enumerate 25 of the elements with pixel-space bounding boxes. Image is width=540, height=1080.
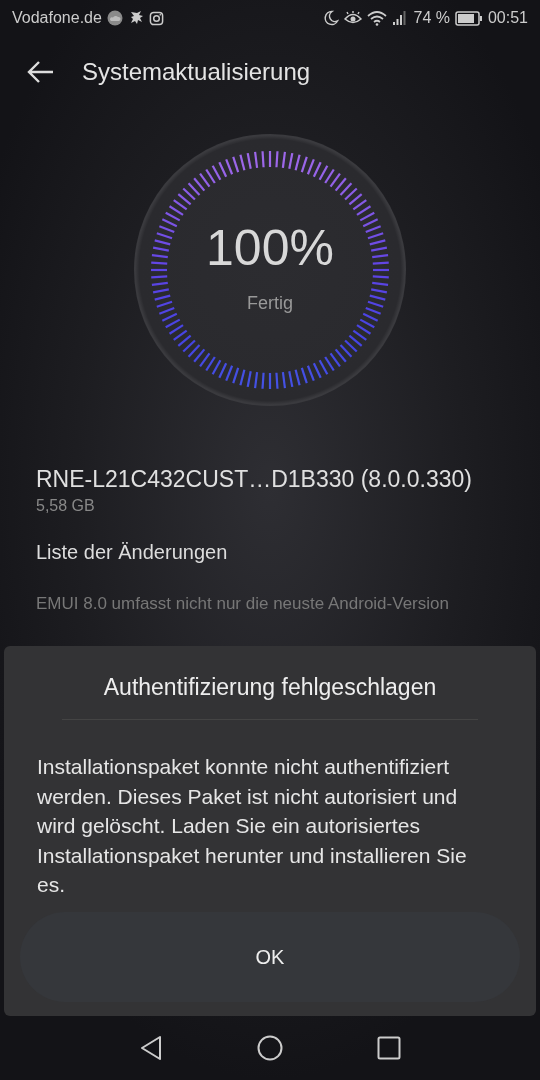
progress-status: Fertig [247, 292, 293, 314]
changelog-heading: Liste der Änderungen [36, 541, 228, 564]
camera-icon [148, 10, 164, 26]
battery-percent: 74 % [413, 9, 450, 27]
back-icon[interactable] [139, 1035, 163, 1061]
battery-icon [454, 10, 483, 26]
clock-time: 00:51 [487, 9, 528, 27]
back-arrow-icon [26, 60, 54, 84]
carrier-name: Vodafone.de [12, 9, 102, 27]
signal-icon [392, 10, 409, 26]
dialog-message: Installationspaket konnte nicht authentifiziert werden. Dieses Paket ist nicht autorisiert und wird gelöscht. Laden Sie ein autorisiertes Installationspaket herunter und installieren Sie es. [37, 754, 468, 898]
package-version: RNE-L21C432CUST…D1B330 (8.0.0.330) [36, 466, 472, 493]
package-size: 5,58 GB [36, 497, 95, 515]
eye-icon [344, 10, 363, 26]
home-icon[interactable] [257, 1035, 283, 1061]
screen-title: Systemaktualisierung [82, 58, 311, 86]
cloud-icon [106, 10, 123, 26]
moon-icon [323, 10, 340, 26]
wifi-icon [367, 10, 388, 26]
changelog-text: EMUI 8.0 umfasst nicht nur die neuste Android-Version [36, 594, 449, 614]
ok-button[interactable]: OK [20, 912, 520, 1002]
dialog-title: Authentifizierung fehlgeschlagen [102, 674, 438, 701]
progress-percent: 100% [206, 218, 334, 277]
recents-icon[interactable] [377, 1036, 401, 1060]
back-button[interactable] [26, 60, 54, 84]
